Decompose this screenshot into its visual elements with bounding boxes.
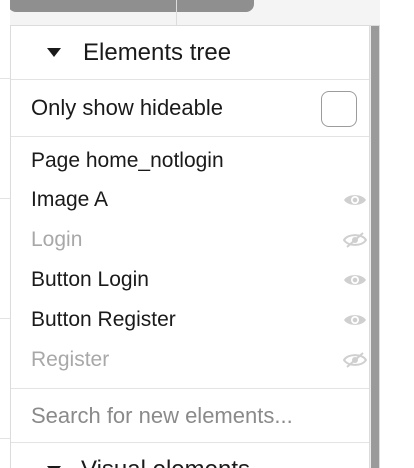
eye-icon[interactable] xyxy=(343,272,367,288)
tree-item-button-register[interactable]: Button Register xyxy=(11,300,369,340)
scrollbar-thumb[interactable] xyxy=(371,26,379,468)
only-hideable-row: Only show hideable xyxy=(11,80,369,137)
tree-item-label: Image A xyxy=(31,188,109,211)
eye-slash-icon[interactable] xyxy=(343,352,367,368)
canvas-right-edge xyxy=(380,0,414,468)
elements-tree-list: Page home_notlogin Image A Login Button … xyxy=(11,142,369,380)
tree-item-register[interactable]: Register xyxy=(11,340,369,380)
canvas-left-edge xyxy=(0,0,10,468)
tree-item-label: Register xyxy=(31,348,110,371)
section-title: Visual elements xyxy=(81,456,250,468)
top-tab-bar xyxy=(0,0,380,26)
editor-stage: Elements tree Only show hideable Page ho… xyxy=(0,0,414,468)
caret-down-icon xyxy=(47,48,61,57)
canvas-tick xyxy=(0,318,10,319)
canvas-tick xyxy=(0,198,10,199)
elements-tree-header[interactable]: Elements tree xyxy=(11,26,369,80)
panel-scrollbar[interactable] xyxy=(370,26,380,468)
tree-item-label: Button Login xyxy=(31,268,149,291)
visual-elements-header[interactable]: Visual elements xyxy=(11,444,369,468)
element-search-input[interactable] xyxy=(31,402,369,429)
eye-icon[interactable] xyxy=(343,312,367,328)
tab-divider xyxy=(176,0,177,26)
section-title: Elements tree xyxy=(83,38,232,66)
eye-slash-icon[interactable] xyxy=(343,232,367,248)
tree-item-login[interactable]: Login xyxy=(11,220,369,260)
only-hideable-label: Only show hideable xyxy=(31,95,224,120)
elements-tree-panel: Elements tree Only show hideable Page ho… xyxy=(10,26,370,468)
canvas-tick xyxy=(0,438,10,439)
tree-item-label: Button Register xyxy=(31,308,176,331)
element-search-row xyxy=(11,388,369,443)
tree-item-button-login[interactable]: Button Login xyxy=(11,260,369,300)
tree-item-label: Login xyxy=(31,228,83,251)
tree-item-label: Page home_notlogin xyxy=(31,149,224,172)
eye-icon[interactable] xyxy=(343,192,367,208)
only-hideable-checkbox[interactable] xyxy=(321,91,357,127)
tree-item-page[interactable]: Page home_notlogin xyxy=(11,142,369,180)
canvas-tick xyxy=(0,78,10,79)
active-tab[interactable] xyxy=(8,0,254,12)
tree-item-image-a[interactable]: Image A xyxy=(11,180,369,220)
